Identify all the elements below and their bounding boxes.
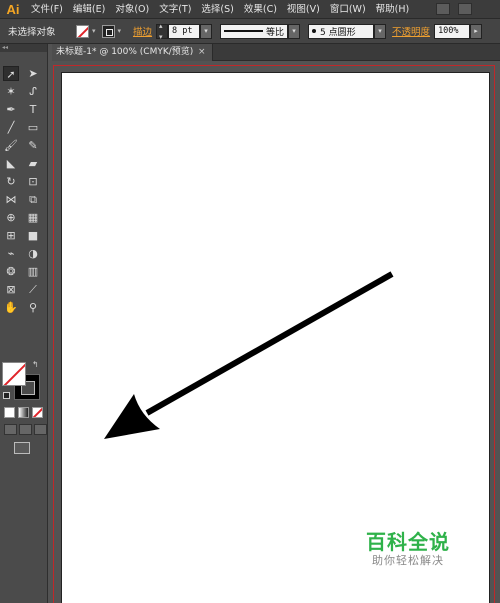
- arrow-shape[interactable]: [62, 73, 491, 603]
- bridge-button[interactable]: [436, 3, 450, 15]
- arrow-head[interactable]: [104, 394, 160, 439]
- fill-dropdown-icon[interactable]: ▾: [92, 27, 96, 35]
- gradient-tool-icon[interactable]: ■: [25, 228, 41, 243]
- opacity-field[interactable]: 100%: [434, 23, 471, 39]
- stroke-weight-stepper[interactable]: [156, 22, 169, 41]
- blob-brush-tool-icon[interactable]: ◣: [3, 156, 19, 171]
- eraser-tool-icon[interactable]: ▰: [25, 156, 41, 171]
- perspective-grid-tool-icon[interactable]: ▦: [25, 210, 41, 225]
- menu-view[interactable]: 视图(V): [282, 0, 325, 19]
- blend-tool-icon[interactable]: ◑: [25, 246, 41, 261]
- draw-behind-button[interactable]: [19, 424, 32, 435]
- stroke-label[interactable]: 描边: [133, 24, 152, 38]
- symbol-sprayer-tool-icon[interactable]: ❂: [3, 264, 19, 279]
- watermark: 百科全说 助你轻松解决: [366, 530, 450, 568]
- arrange-documents-button[interactable]: [458, 3, 472, 15]
- fill-color-box[interactable]: [2, 362, 26, 386]
- artboard[interactable]: [61, 72, 490, 603]
- screen-mode-icon[interactable]: [14, 442, 30, 454]
- type-tool-icon[interactable]: T: [25, 102, 41, 117]
- menu-right-buttons: [436, 3, 472, 15]
- document-tab-title: 未标题-1* @ 100% (CMYK/预览): [56, 47, 194, 57]
- slice-tool-icon[interactable]: ⟋: [25, 282, 41, 297]
- menu-bar: Ai 文件(F) 编辑(E) 对象(O) 文字(T) 选择(S) 效果(C) 视…: [0, 0, 500, 19]
- eyedropper-tool-icon[interactable]: ⌁: [3, 246, 19, 261]
- drawing-mode-row: [4, 424, 47, 435]
- stroke-profile-dropdown[interactable]: ▾: [288, 23, 301, 39]
- menu-type[interactable]: 文字(T): [154, 0, 196, 19]
- stroke-profile-select[interactable]: 等比: [220, 23, 289, 39]
- color-mode-button[interactable]: [4, 407, 15, 418]
- rectangle-tool-icon[interactable]: ▭: [25, 120, 41, 135]
- stroke-profile-line: [224, 30, 264, 32]
- arrow-shaft[interactable]: [145, 271, 394, 416]
- zoom-tool-icon[interactable]: ⚲: [25, 300, 41, 315]
- lasso-tool-icon[interactable]: ᔑ: [25, 84, 41, 99]
- free-transform-tool-icon[interactable]: ⧉: [25, 192, 41, 207]
- brush-select[interactable]: 5 点圆形: [308, 23, 375, 39]
- gradient-mode-button[interactable]: [18, 407, 29, 418]
- rotate-tool-icon[interactable]: ↻: [3, 174, 19, 189]
- menu-edit[interactable]: 编辑(E): [68, 0, 110, 19]
- menu-effect[interactable]: 效果(C): [239, 0, 282, 19]
- column-graph-tool-icon[interactable]: ▥: [25, 264, 41, 279]
- brush-dropdown[interactable]: ▾: [374, 23, 387, 39]
- draw-inside-button[interactable]: [34, 424, 47, 435]
- menu-select[interactable]: 选择(S): [196, 0, 238, 19]
- direct-selection-tool-icon[interactable]: ➤: [25, 66, 41, 81]
- stroke-profile-label: 等比: [266, 27, 285, 38]
- document-tab[interactable]: 未标题-1* @ 100% (CMYK/预览) ×: [52, 44, 213, 61]
- hand-tool-icon[interactable]: ✋: [3, 300, 19, 315]
- paintbrush-tool-icon[interactable]: 🖌: [3, 138, 19, 153]
- fill-swatch[interactable]: [76, 24, 89, 38]
- stroke-weight-field[interactable]: 8 pt: [168, 23, 201, 39]
- default-fill-stroke-icon[interactable]: [3, 392, 10, 399]
- brush-label: 5 点圆形: [320, 27, 356, 38]
- menu-object[interactable]: 对象(O): [110, 0, 154, 19]
- magic-wand-tool-icon[interactable]: ✶: [3, 84, 19, 99]
- swap-fill-stroke-icon[interactable]: ↰: [32, 360, 39, 369]
- fill-stroke-control: ↰: [2, 360, 42, 402]
- stroke-weight-dropdown[interactable]: ▾: [200, 23, 213, 39]
- draw-normal-button[interactable]: [4, 424, 17, 435]
- opacity-dropdown[interactable]: ▸: [470, 23, 483, 39]
- control-bar: 未选择对象 ▾ ▾ 描边 8 pt ▾ 等比 ▾ 5 点圆形 ▾ 不透明度 10…: [0, 19, 500, 44]
- line-tool-icon[interactable]: ╱: [3, 120, 19, 135]
- shape-builder-tool-icon[interactable]: ⊕: [3, 210, 19, 225]
- panel-collapse-icon[interactable]: ◂◂: [0, 44, 47, 52]
- close-icon[interactable]: ×: [198, 44, 206, 61]
- scale-tool-icon[interactable]: ⊡: [25, 174, 41, 189]
- menu-help[interactable]: 帮助(H): [371, 0, 415, 19]
- pen-tool-icon[interactable]: ✒: [3, 102, 19, 117]
- selection-status: 未选择对象: [8, 27, 56, 38]
- color-mode-row: [4, 407, 43, 418]
- tools-panel: ◂◂ ➚ ➤ ✶ ᔑ ✒ T ╱ ▭ 🖌 ✎ ◣ ▰ ↻ ⊡ ⋈ ⧉ ⊕ ▦ ⊞…: [0, 44, 48, 603]
- app-logo: Ai: [6, 1, 20, 17]
- opacity-label[interactable]: 不透明度: [392, 24, 430, 38]
- mesh-tool-icon[interactable]: ⊞: [3, 228, 19, 243]
- stroke-swatch[interactable]: [101, 24, 115, 38]
- watermark-subtitle: 助你轻松解决: [372, 554, 444, 567]
- selection-tool-icon[interactable]: ➚: [3, 66, 19, 81]
- canvas-area[interactable]: [48, 61, 500, 603]
- menu-window[interactable]: 窗口(W): [325, 0, 371, 19]
- brush-dot-icon: [312, 29, 317, 33]
- menu-file[interactable]: 文件(F): [26, 0, 68, 19]
- width-tool-icon[interactable]: ⋈: [3, 192, 19, 207]
- artboard-tool-icon[interactable]: ⊠: [3, 282, 19, 297]
- stroke-dropdown-icon[interactable]: ▾: [118, 27, 122, 35]
- watermark-title: 百科全说: [366, 530, 450, 554]
- none-mode-button[interactable]: [32, 407, 43, 418]
- document-tab-bar: 未标题-1* @ 100% (CMYK/预览) ×: [52, 44, 500, 61]
- pencil-tool-icon[interactable]: ✎: [25, 138, 41, 153]
